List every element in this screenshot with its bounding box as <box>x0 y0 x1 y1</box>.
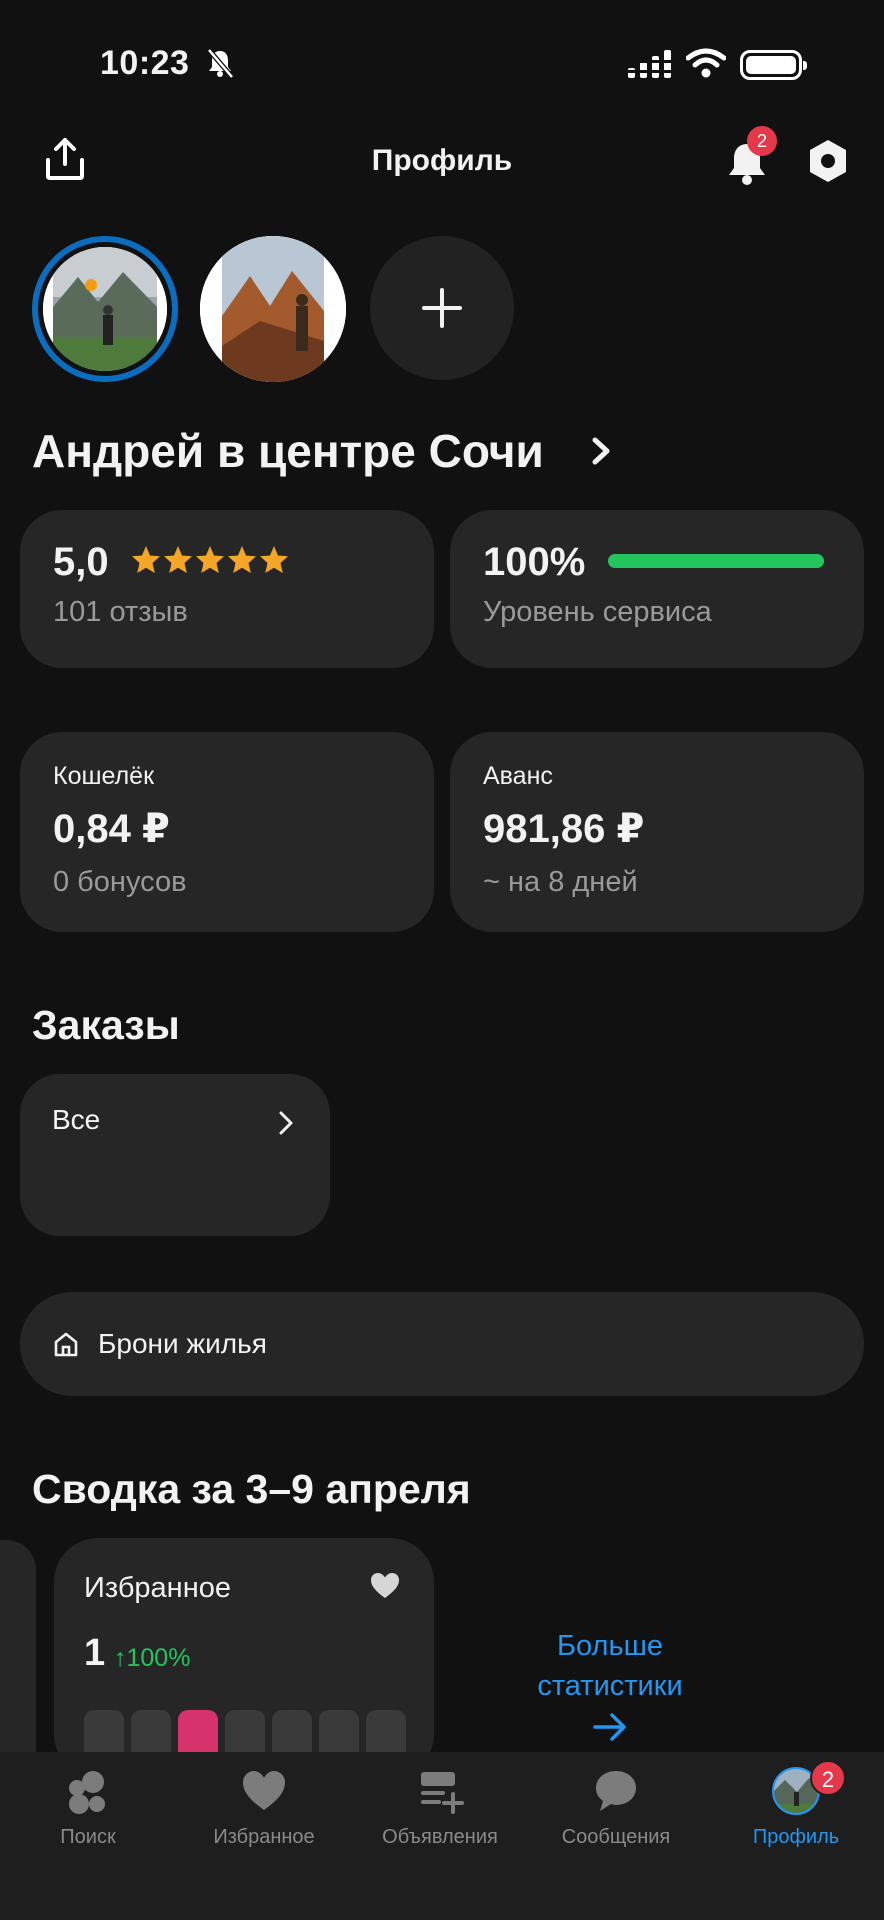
chevron-right-icon[interactable] <box>588 432 614 470</box>
favorites-count: 1 <box>84 1632 106 1674</box>
avatar-secondary[interactable] <box>200 236 346 382</box>
avatar-selected[interactable] <box>32 236 178 382</box>
favorites-change: ↑100% <box>114 1644 191 1672</box>
advance-period: ~ на 8 дней <box>483 866 638 898</box>
heart-icon <box>243 1771 285 1810</box>
profile-tab-badge: 2 <box>810 1760 846 1796</box>
tab-label: Поиск <box>60 1826 116 1848</box>
tab-label: Избранное <box>213 1826 315 1848</box>
home-icon <box>54 1332 78 1357</box>
service-progress-track <box>608 554 824 568</box>
chat-icon <box>596 1771 636 1811</box>
status-time: 10:23 <box>100 44 190 82</box>
chevron-right-icon <box>279 1111 293 1135</box>
cellular-signal-icon <box>628 50 672 78</box>
orders-all-card[interactable]: Все <box>20 1074 330 1236</box>
avatar-photo-sunset-mountains <box>200 236 346 382</box>
tab-label: Профиль <box>752 1826 840 1848</box>
wallet-bonus: 0 бонусов <box>53 866 187 898</box>
tab-label: Сообщения <box>561 1826 671 1848</box>
settings-gear-icon[interactable] <box>806 138 850 184</box>
stats-card-previous[interactable] <box>0 1540 36 1760</box>
service-label: Уровень сервиса <box>483 596 712 628</box>
summary-heading: Сводка за 3–9 апреля <box>32 1466 471 1512</box>
service-progress-fill <box>608 554 824 568</box>
wifi-icon <box>686 48 726 78</box>
service-level-card[interactable]: 100% Уровень сервиса <box>450 510 864 668</box>
tab-messages[interactable]: Сообщения <box>528 1762 704 1872</box>
more-stats-label: Больше статистики <box>537 1630 683 1702</box>
notification-badge: 2 <box>747 126 777 156</box>
wallet-amount: 0,84 ₽ <box>53 807 170 851</box>
wallet-title: Кошелёк <box>53 762 155 790</box>
rating-card[interactable]: 5,0 101 отзыв <box>20 510 434 668</box>
profile-name[interactable]: Андрей в центре Сочи <box>32 424 544 478</box>
listings-icon <box>421 1772 464 1814</box>
more-stats-link[interactable]: Больше статистики <box>490 1626 730 1753</box>
bookings-label: Брони жилья <box>98 1328 267 1359</box>
avatar-photo-mountains <box>43 247 167 371</box>
advance-card[interactable]: Аванс 981,86 ₽ ~ на 8 дней <box>450 732 864 932</box>
advance-amount: 981,86 ₽ <box>483 807 645 851</box>
advance-title: Аванс <box>483 762 553 790</box>
orders-all-label: Все <box>52 1104 101 1135</box>
tab-listings[interactable]: Объявления <box>352 1762 528 1872</box>
orders-heading: Заказы <box>32 1002 180 1048</box>
heart-icon <box>371 1573 399 1598</box>
service-percent: 100% <box>483 540 586 584</box>
reviews-count: 101 отзыв <box>53 596 188 628</box>
plus-icon <box>422 288 462 328</box>
favorites-title: Избранное <box>84 1572 231 1604</box>
tab-favorites[interactable]: Избранное <box>176 1762 352 1872</box>
rating-stars-icon <box>132 546 288 573</box>
battery-icon <box>740 50 807 80</box>
rating-value: 5,0 <box>53 540 109 584</box>
tab-label: Объявления <box>382 1826 498 1848</box>
tab-search[interactable]: Поиск <box>0 1762 176 1872</box>
search-dots-icon <box>69 1771 105 1814</box>
arrow-right-icon <box>593 1713 626 1741</box>
add-profile-button[interactable] <box>370 236 514 380</box>
tab-profile[interactable]: Профиль <box>708 1762 884 1872</box>
wallet-card[interactable]: Кошелёк 0,84 ₽ 0 бонусов <box>20 732 434 932</box>
bookings-row[interactable]: Брони жилья <box>20 1292 864 1396</box>
silent-mode-icon <box>207 48 234 78</box>
